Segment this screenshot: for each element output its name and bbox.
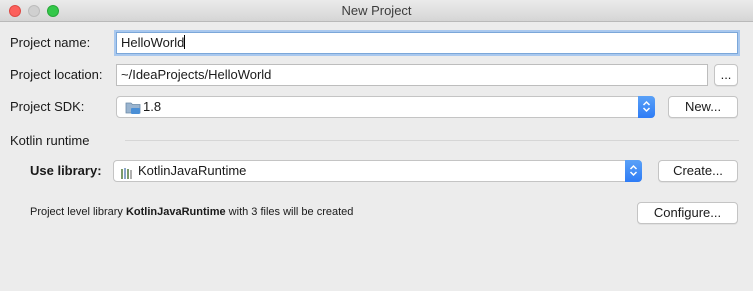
library-value: KotlinJavaRuntime — [138, 163, 247, 178]
project-name-value: HelloWorld — [121, 35, 185, 50]
folder-icon — [125, 101, 141, 121]
project-location-value: ~/IdeaProjects/HelloWorld — [121, 67, 272, 82]
info-prefix: Project level library — [30, 206, 126, 218]
project-location-label: Project location: — [10, 67, 103, 82]
info-suffix: with 3 files will be created — [225, 206, 354, 218]
library-icon — [121, 166, 135, 186]
project-name-input[interactable]: HelloWorld — [116, 32, 738, 54]
chevron-updown-icon — [625, 160, 642, 182]
library-dropdown[interactable]: KotlinJavaRuntime — [113, 160, 642, 182]
new-sdk-button[interactable]: New... — [668, 96, 738, 118]
browse-location-button[interactable]: ... — [714, 64, 738, 86]
kotlin-runtime-section-title: Kotlin runtime — [10, 133, 90, 148]
project-sdk-label: Project SDK: — [10, 99, 85, 114]
project-name-label: Project name: — [10, 35, 91, 50]
project-sdk-value: 1.8 — [143, 99, 162, 114]
project-location-input[interactable]: ~/IdeaProjects/HelloWorld — [116, 64, 708, 86]
chevron-updown-icon — [638, 96, 655, 118]
use-library-label: Use library: — [30, 163, 102, 178]
configure-button[interactable]: Configure... — [637, 202, 738, 224]
create-library-button[interactable]: Create... — [658, 160, 738, 182]
project-sdk-dropdown[interactable]: 1.8 — [116, 96, 655, 118]
library-info-text: Project level library KotlinJavaRuntime … — [30, 206, 353, 218]
section-divider — [125, 140, 739, 141]
new-project-dialog: New Project Project name: HelloWorld Pro… — [0, 0, 753, 291]
title-bar[interactable]: New Project — [0, 0, 753, 22]
window-title: New Project — [341, 3, 412, 18]
text-caret — [184, 35, 186, 49]
info-library-name: KotlinJavaRuntime — [125, 206, 226, 218]
